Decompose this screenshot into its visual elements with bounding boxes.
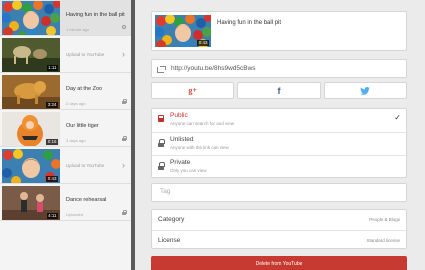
video-meta: 3 days ago xyxy=(66,137,86,143)
privacy-options: Public Anyone can search for and view ✓ … xyxy=(151,108,407,178)
facebook-icon: f xyxy=(277,85,281,96)
video-item[interactable]: 0:16 Our little tiger 3 days ago xyxy=(0,111,131,147)
video-title: Our little tiger xyxy=(66,122,99,129)
license-label: License xyxy=(158,237,181,244)
video-thumbnail: 3:24 xyxy=(2,74,60,109)
checkmark-icon: ✓ xyxy=(394,113,401,122)
delete-from-youtube-button[interactable]: Delete from YouTube xyxy=(151,256,407,270)
delete-button-label: Delete from YouTube xyxy=(255,261,303,267)
privacy-description: Anyone can search for and view xyxy=(170,121,235,126)
share-url-field[interactable]: http://youtu.be/8hs9wd5cBws xyxy=(151,59,407,78)
video-item[interactable]: Having fun in the ball pit 1 minute ago xyxy=(0,0,131,36)
tag-input[interactable] xyxy=(160,188,360,195)
video-duration: 0:16 xyxy=(46,138,58,145)
privacy-label: Public xyxy=(170,112,188,119)
upload-to-youtube-label: Upload to YouTube xyxy=(66,51,105,57)
lock-icon xyxy=(122,99,128,104)
video-item[interactable]: 4:11 Dance rehearsal Uploaded xyxy=(0,185,131,221)
video-title: Day at the Zoo xyxy=(66,85,103,92)
privacy-option-unlisted[interactable]: Unlisted Anyone with the link can view xyxy=(152,132,406,155)
privacy-option-private[interactable]: Private Only you can view xyxy=(152,155,406,178)
video-item[interactable]: 3:24 Day at the Zoo 2 days ago xyxy=(0,74,131,110)
twitter-button[interactable] xyxy=(323,82,407,99)
video-thumbnail: 0:16 xyxy=(2,111,60,146)
video-thumbnail: 1:11 xyxy=(2,37,60,72)
video-duration: 1:11 xyxy=(46,64,58,71)
privacy-option-public[interactable]: Public Anyone can search for and view ✓ xyxy=(152,109,406,132)
video-title: Dance rehearsal xyxy=(66,196,107,203)
video-title: Having fun in the ball pit xyxy=(217,20,282,26)
google-plus-icon: g+ xyxy=(188,86,197,95)
chevron-right-icon: › xyxy=(122,160,125,170)
privacy-label: Private xyxy=(170,159,191,166)
video-metadata: Category People & Blogs License Standard… xyxy=(151,209,407,249)
youtube-icon xyxy=(158,115,164,122)
license-row[interactable]: License Standard license xyxy=(152,230,406,250)
category-row[interactable]: Category People & Blogs xyxy=(152,210,406,230)
video-duration: 0:43 xyxy=(46,175,58,182)
category-value: People & Blogs xyxy=(369,217,400,222)
video-item[interactable]: 1:11 Upload to YouTube › xyxy=(0,37,131,73)
lock-icon xyxy=(122,210,128,215)
privacy-label: Unlisted xyxy=(170,136,194,143)
privacy-description: Only you can view xyxy=(170,168,207,173)
video-duration: 4:11 xyxy=(46,212,58,219)
video-meta: Uploaded xyxy=(66,211,84,217)
category-label: Category xyxy=(158,216,185,223)
video-list: Having fun in the ball pit 1 minute ago … xyxy=(0,0,131,270)
video-header-card: 0:43 Having fun in the ball pit xyxy=(151,11,407,51)
video-title: Having fun in the ball pit xyxy=(66,11,125,18)
share-url[interactable]: http://youtu.be/8hs9wd5cBws xyxy=(171,65,256,72)
lock-icon xyxy=(158,162,165,170)
license-value: Standard license xyxy=(366,238,400,243)
video-thumbnail: 4:11 xyxy=(2,185,60,220)
twitter-bird-icon xyxy=(360,86,371,95)
lock-icon xyxy=(122,136,128,141)
video-duration: 0:43 xyxy=(197,40,209,46)
tag-field[interactable] xyxy=(151,183,407,202)
video-thumbnail: 0:43 xyxy=(155,15,211,47)
video-meta: 1 minute ago xyxy=(66,26,90,32)
clock-icon xyxy=(122,25,126,29)
privacy-description: Anyone with the link can view xyxy=(170,145,229,150)
video-thumbnail: 0:43 xyxy=(2,148,60,183)
social-share-buttons: g+ f xyxy=(151,82,407,99)
video-meta: 2 days ago xyxy=(66,100,86,106)
google-plus-button[interactable]: g+ xyxy=(151,82,235,99)
video-item[interactable]: 0:43 Upload to YouTube › xyxy=(0,148,131,184)
video-duration: 3:24 xyxy=(46,101,58,108)
upload-to-youtube-label: Upload to YouTube xyxy=(66,162,105,168)
video-thumbnail xyxy=(2,0,60,35)
chevron-right-icon: › xyxy=(122,49,125,59)
facebook-button[interactable]: f xyxy=(237,82,321,99)
video-detail-panel: 0:43 Having fun in the ball pit http://y… xyxy=(135,0,425,270)
lock-icon xyxy=(158,139,165,147)
share-icon xyxy=(157,65,166,73)
